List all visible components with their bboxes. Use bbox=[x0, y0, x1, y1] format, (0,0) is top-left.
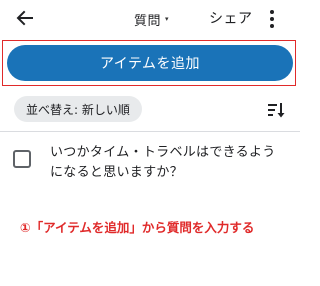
doc-title-dropdown[interactable]: 質問 ▾ bbox=[134, 9, 169, 29]
sort-chip[interactable]: 並べ替え: 新しい順 bbox=[14, 96, 142, 122]
list-item-text[interactable]: いつかタイム・トラベルはできるようになると思いますか？ bbox=[50, 143, 288, 183]
annotation-text: ①「アイテムを追加」から質問を入力する bbox=[20, 220, 255, 235]
top-app-bar: 質問 ▾ シェア bbox=[0, 0, 300, 38]
more-vert-icon[interactable] bbox=[264, 8, 280, 30]
back-arrow-icon[interactable] bbox=[12, 5, 38, 31]
divider bbox=[0, 131, 300, 132]
chevron-down-icon: ▾ bbox=[165, 15, 169, 23]
share-button[interactable]: シェア bbox=[209, 8, 253, 28]
sort-icon[interactable] bbox=[266, 100, 286, 120]
doc-title: 質問 bbox=[134, 13, 162, 29]
item-checkbox[interactable] bbox=[13, 150, 31, 168]
add-item-button[interactable]: アイテムを追加 bbox=[7, 45, 293, 81]
